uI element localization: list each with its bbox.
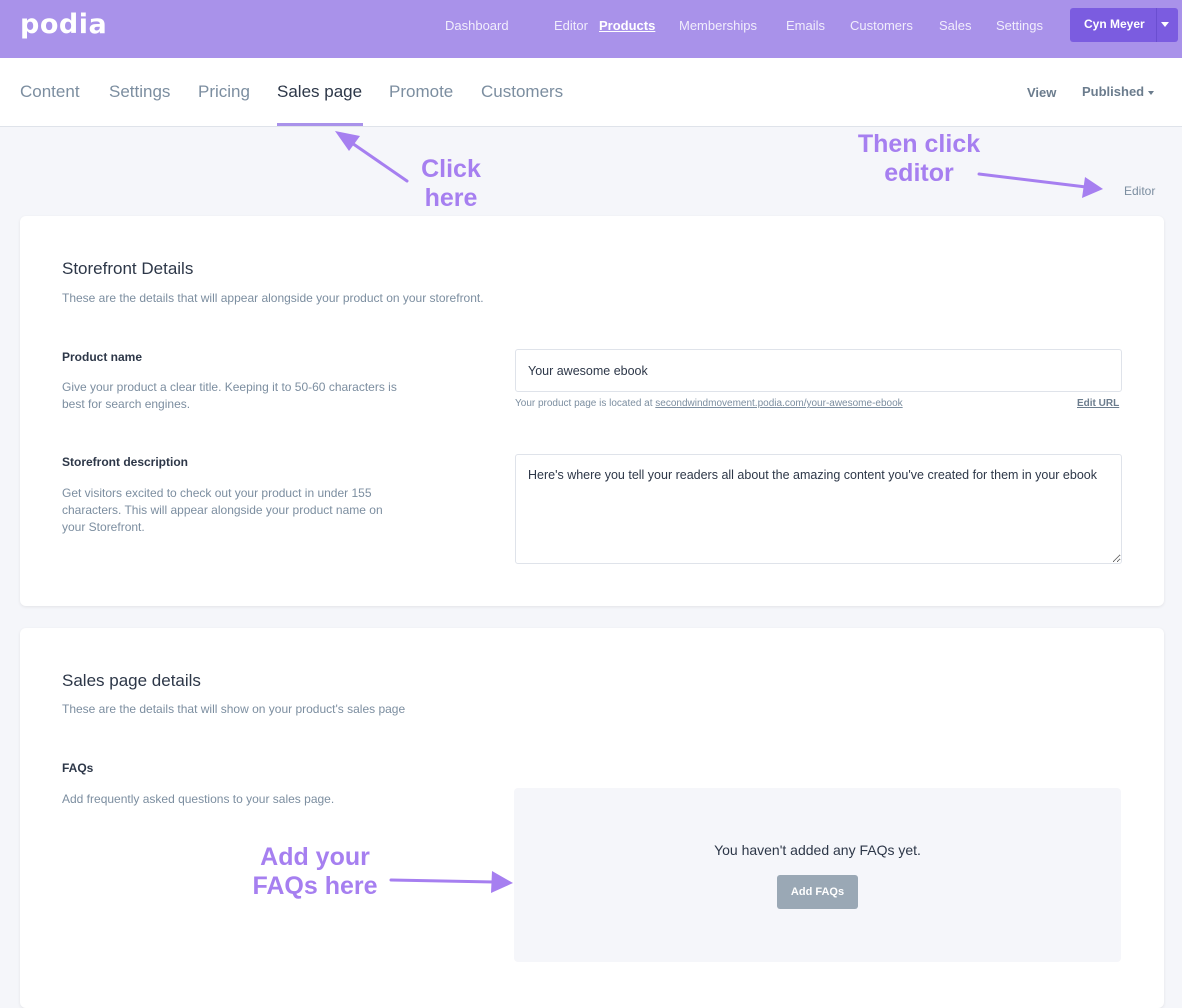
storefront-description-help: Get visitors excited to check out your p… [62, 486, 383, 534]
product-url-note: Your product page is located at secondwi… [515, 398, 903, 409]
annotation-then-click-editor: Then click editor [845, 130, 993, 188]
nav-customers[interactable]: Customers [850, 18, 913, 33]
add-faqs-button[interactable]: Add FAQs [777, 875, 858, 909]
arrowhead-icon [1082, 177, 1103, 198]
product-url-link[interactable]: secondwindmovement.podia.com/your-awesom… [655, 398, 902, 409]
annotation-line: Add your [260, 843, 370, 871]
storefront-description-label: Storefront description [62, 455, 189, 469]
annotation-line: here [424, 184, 478, 212]
tab-pricing[interactable]: Pricing [198, 82, 250, 102]
podia-logo[interactable]: podia [20, 9, 107, 40]
section-title: Sales page details [62, 671, 201, 690]
chevron-down-icon[interactable] [1161, 22, 1169, 27]
tab-promote[interactable]: Promote [389, 82, 453, 102]
section-description: These are the details that will show on … [62, 702, 406, 716]
nav-settings[interactable]: Settings [996, 18, 1043, 33]
view-link[interactable]: View [1027, 85, 1056, 100]
annotation-line: Click [421, 155, 481, 183]
editor-link[interactable]: Editor [1124, 184, 1155, 198]
button-divider [1156, 8, 1157, 42]
annotation-line: Then click [857, 130, 981, 158]
faqs-help: Add frequently asked questions to your s… [62, 792, 335, 806]
nav-sales[interactable]: Sales [939, 18, 972, 33]
tab-content[interactable]: Content [20, 82, 80, 102]
annotation-click-here: Click here [405, 155, 497, 213]
nav-emails[interactable]: Emails [786, 18, 825, 33]
annotation-line: editor [884, 159, 954, 187]
section-description: These are the details that will appear a… [62, 291, 484, 305]
product-subnav: Content Settings Pricing Sales page Prom… [0, 58, 1182, 127]
caret-down-icon [1148, 90, 1155, 95]
section-title: Storefront Details [62, 259, 194, 278]
product-name-input[interactable] [515, 349, 1122, 392]
storefront-details-card: Storefront Details These are the details… [20, 216, 1164, 606]
tab-settings[interactable]: Settings [109, 82, 170, 102]
publish-status-dropdown[interactable]: Published [1082, 84, 1155, 99]
user-menu-button[interactable]: Cyn Meyer [1070, 8, 1178, 42]
product-name-label: Product name [62, 350, 143, 364]
publish-status-label: Published [1082, 84, 1145, 99]
annotation-add-faqs: Add your FAQs here [240, 843, 390, 901]
faqs-empty-message: You haven't added any FAQs yet. [714, 842, 921, 858]
nav-editor[interactable]: Editor [554, 18, 588, 33]
annotation-line: FAQs here [252, 872, 378, 900]
faqs-label: FAQs [62, 761, 94, 775]
tab-sales-page[interactable]: Sales page [277, 82, 362, 102]
url-prefix: Your product page is located at [515, 398, 653, 409]
product-name-help: Give your product a clear title. Keeping… [62, 380, 397, 411]
arrowhead-icon [335, 131, 360, 151]
arrow-to-editor-link [977, 172, 1088, 189]
nav-dashboard[interactable]: Dashboard [445, 18, 509, 33]
tab-customers[interactable]: Customers [481, 82, 563, 102]
sales-page-details-card: Sales page details These are the details… [20, 628, 1164, 1008]
user-name: Cyn Meyer [1084, 17, 1145, 31]
top-navbar: podia Dashboard Editor Products Membersh… [0, 0, 1182, 58]
arrow-to-sales-page-tab [347, 139, 409, 183]
nav-memberships[interactable]: Memberships [679, 18, 757, 33]
nav-products[interactable]: Products [599, 18, 655, 33]
active-tab-indicator [277, 123, 363, 126]
storefront-description-textarea[interactable]: Here's where you tell your readers all a… [515, 454, 1122, 564]
edit-url-link[interactable]: Edit URL [1077, 398, 1119, 409]
faqs-empty-state: You haven't added any FAQs yet. Add FAQs [514, 788, 1121, 962]
